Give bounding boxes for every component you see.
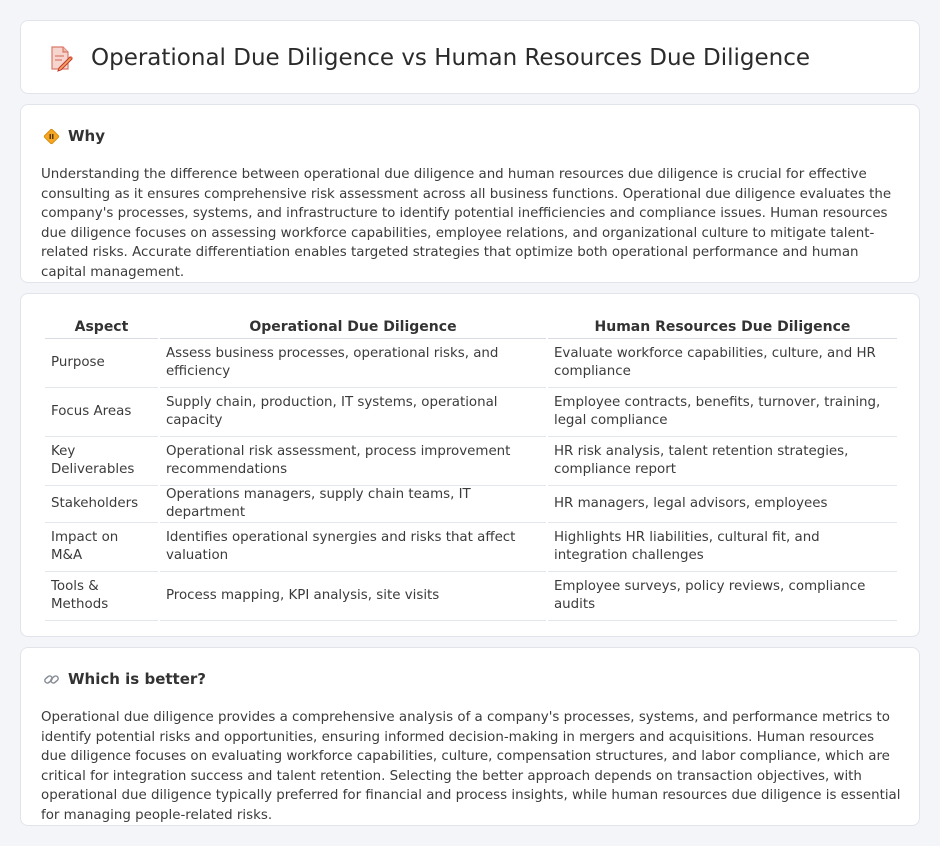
- row-operational: Operational risk assessment, process imp…: [159, 437, 546, 486]
- header-operational: Operational Due Diligence: [159, 318, 546, 339]
- row-aspect: Stakeholders: [45, 486, 158, 523]
- row-hr: Employee surveys, policy reviews, compli…: [547, 572, 897, 621]
- which-better-card: Which is better? Operational due diligen…: [20, 647, 920, 826]
- why-title: Why: [68, 127, 106, 145]
- row-operational: Operations managers, supply chain teams,…: [159, 486, 546, 523]
- row-operational: Identifies operational synergies and ris…: [159, 523, 546, 572]
- header-aspect: Aspect: [45, 318, 158, 339]
- row-hr: HR risk analysis, talent retention strat…: [547, 437, 897, 486]
- better-heading: Which is better?: [43, 670, 206, 688]
- row-hr: HR managers, legal advisors, employees: [547, 486, 897, 523]
- why-heading: Why: [43, 127, 105, 145]
- table-row: Purpose Assess business processes, opera…: [45, 339, 897, 388]
- better-text: Operational due diligence provides a com…: [41, 710, 901, 823]
- why-text: Understanding the difference between ope…: [41, 167, 892, 280]
- row-aspect: Focus Areas: [45, 388, 158, 437]
- row-operational: Supply chain, production, IT systems, op…: [159, 388, 546, 437]
- row-aspect: Key Deliverables: [45, 437, 158, 486]
- link-icon: [43, 671, 60, 688]
- row-aspect: Tools & Methods: [45, 572, 158, 621]
- comparison-card: Aspect Operational Due Diligence Human R…: [20, 293, 920, 637]
- row-operational: Process mapping, KPI analysis, site visi…: [159, 572, 546, 621]
- row-aspect: Purpose: [45, 339, 158, 388]
- why-card: Why Understanding the difference between…: [20, 104, 920, 283]
- table-row: Impact on M&A Identifies operational syn…: [45, 523, 897, 572]
- row-hr: Employee contracts, benefits, turnover, …: [547, 388, 897, 437]
- diamond-sign-icon: [43, 128, 60, 145]
- table-row: Tools & Methods Process mapping, KPI ana…: [45, 572, 897, 621]
- header-hr: Human Resources Due Diligence: [547, 318, 897, 339]
- row-hr: Highlights HR liabilities, cultural fit,…: [547, 523, 897, 572]
- row-aspect: Impact on M&A: [45, 523, 158, 572]
- page-title: Operational Due Diligence vs Human Resou…: [91, 45, 811, 71]
- table-row: Focus Areas Supply chain, production, IT…: [45, 388, 897, 437]
- row-operational: Assess business processes, operational r…: [159, 339, 546, 388]
- table-header-row: Aspect Operational Due Diligence Human R…: [45, 318, 897, 339]
- table-row: Key Deliverables Operational risk assess…: [45, 437, 897, 486]
- better-title: Which is better?: [68, 670, 206, 688]
- document-pencil-icon: [45, 43, 75, 73]
- table-row: Stakeholders Operations managers, supply…: [45, 486, 897, 523]
- title-row: Operational Due Diligence vs Human Resou…: [45, 43, 810, 73]
- row-hr: Evaluate workforce capabilities, culture…: [547, 339, 897, 388]
- comparison-table: Aspect Operational Due Diligence Human R…: [43, 318, 899, 621]
- header-card: Operational Due Diligence vs Human Resou…: [20, 20, 920, 94]
